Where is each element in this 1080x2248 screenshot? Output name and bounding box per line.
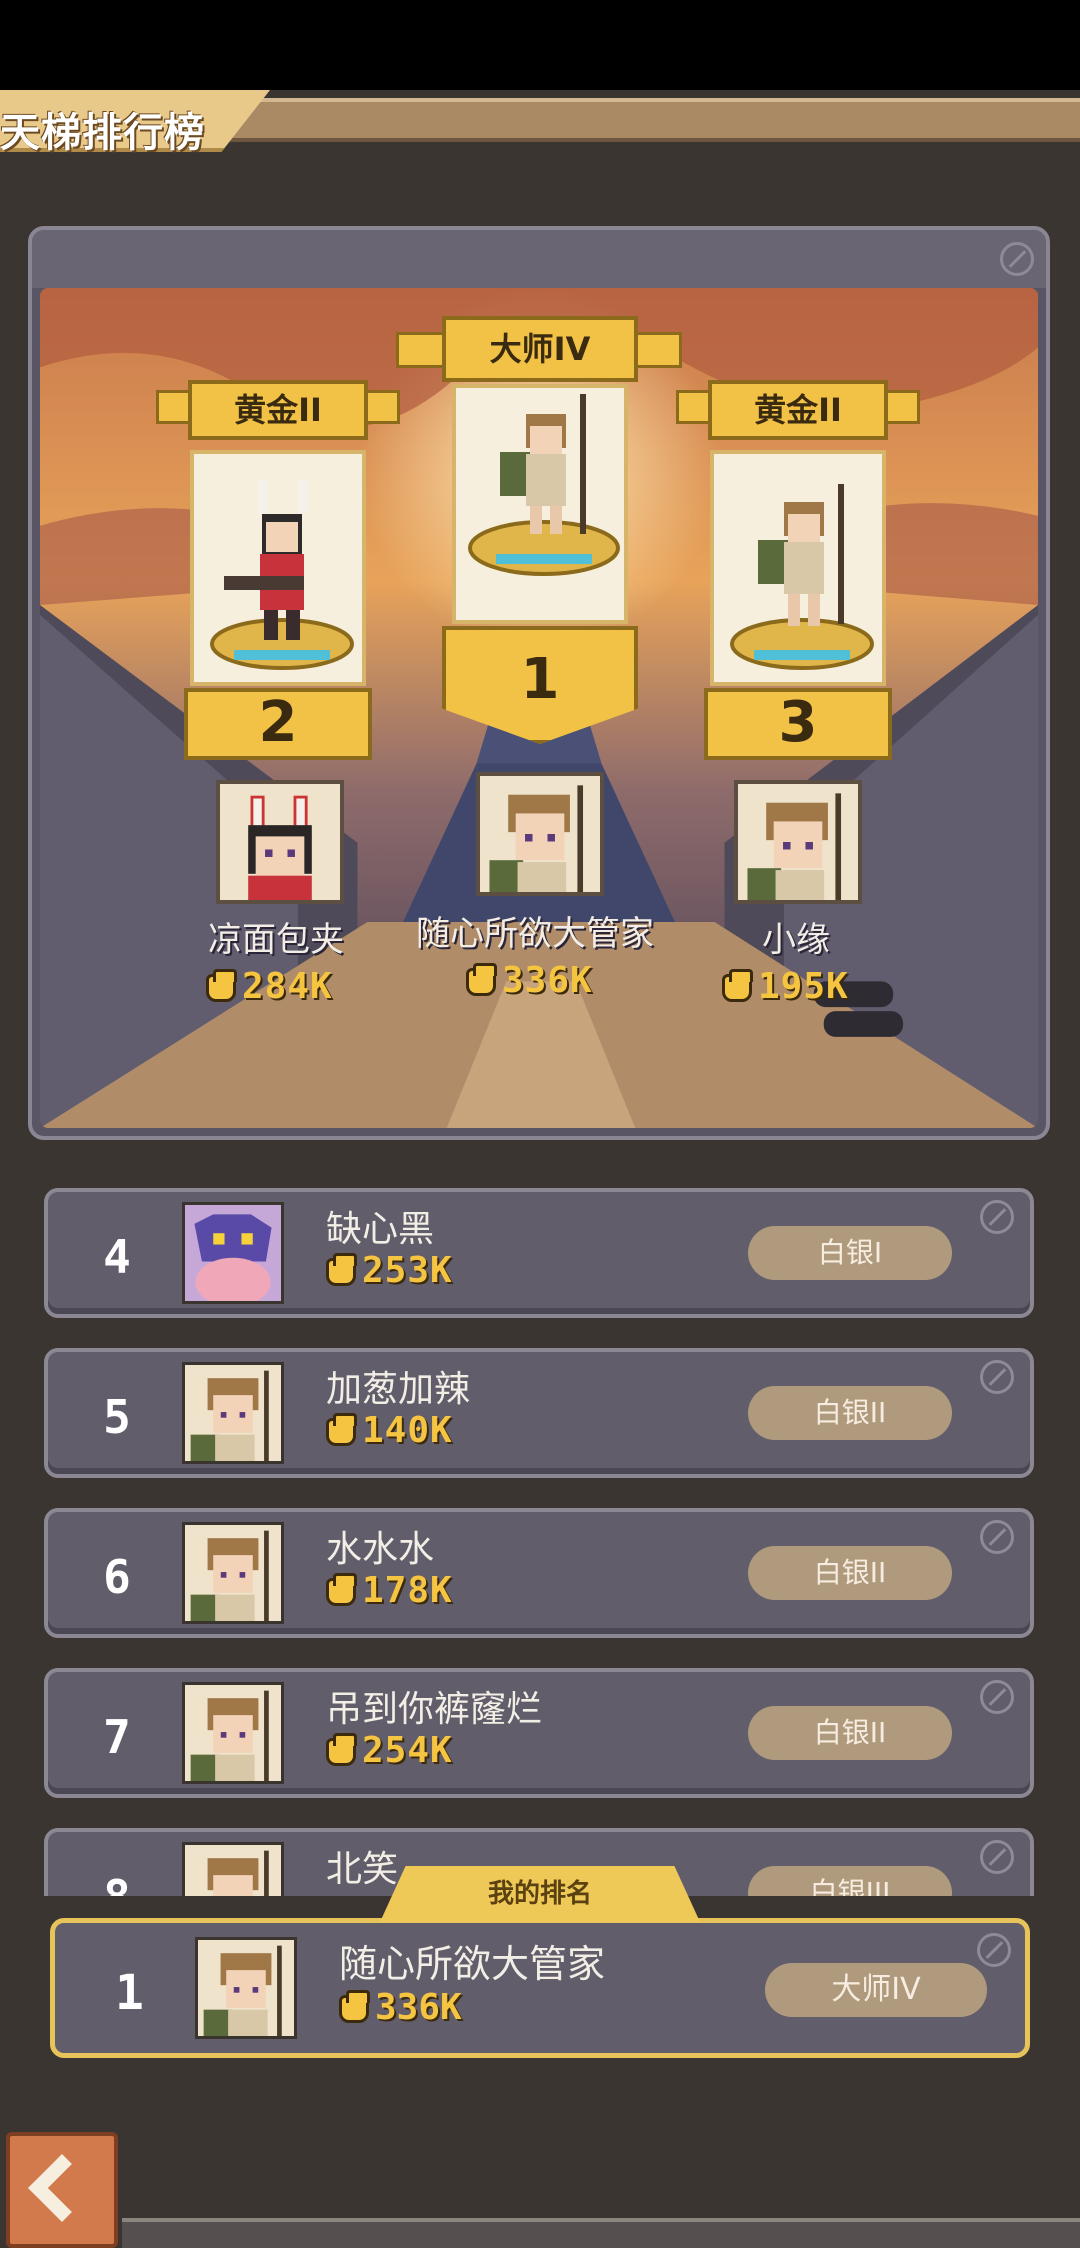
rank-number: 1 bbox=[115, 1965, 144, 2021]
player-name: 随心所欲大管家 bbox=[416, 914, 654, 954]
player-name: 凉面包夹 bbox=[208, 920, 344, 960]
my-rank-panel[interactable]: 1 随心所欲大管家 336K 大师IV 我的排名 bbox=[50, 1866, 1030, 2066]
player-score: 178K bbox=[326, 1570, 453, 1611]
title-bar: 天梯排行榜 bbox=[0, 90, 1080, 156]
player-avatar bbox=[182, 1202, 284, 1304]
tier-badge: 白银II bbox=[748, 1386, 952, 1440]
player-avatar bbox=[734, 780, 862, 904]
rank-number: 2 bbox=[184, 688, 372, 760]
player-score: 254K bbox=[326, 1730, 453, 1771]
my-rank-tab: 我的排名 bbox=[380, 1866, 700, 1922]
tier-badge: 大师IV bbox=[765, 1963, 987, 2017]
player-name: 水水水 bbox=[326, 1529, 435, 1570]
back-button[interactable] bbox=[6, 2132, 118, 2248]
character-card bbox=[190, 450, 366, 686]
power-fist-icon bbox=[339, 1990, 370, 2023]
podium-panel-header bbox=[32, 230, 1046, 288]
player-score: 336K bbox=[339, 1987, 462, 2028]
tier-badge: 白银II bbox=[748, 1546, 952, 1600]
player-score: 253K bbox=[326, 1250, 453, 1291]
power-fist-icon bbox=[722, 969, 753, 1002]
ranking-list[interactable]: 4 缺心黑 253K 白银I 5 加葱加辣 140K 白银II 6 水水水 17… bbox=[0, 1180, 1080, 1896]
player-avatar bbox=[216, 780, 344, 904]
character-card bbox=[452, 384, 628, 624]
rank-number: 3 bbox=[704, 688, 892, 760]
player-score: 336K bbox=[466, 960, 593, 1001]
rank-number: 6 bbox=[103, 1550, 131, 1604]
player-name: 吊到你裤窿烂 bbox=[326, 1689, 543, 1730]
list-item[interactable]: 6 水水水 178K 白银II bbox=[44, 1508, 1034, 1638]
tier-badge: 白银II bbox=[748, 1706, 952, 1760]
power-fist-icon bbox=[326, 1253, 357, 1286]
player-score: 140K bbox=[326, 1410, 453, 1451]
info-icon[interactable] bbox=[980, 1680, 1014, 1714]
info-icon[interactable] bbox=[980, 1360, 1014, 1394]
list-item[interactable]: 4 缺心黑 253K 白银I bbox=[44, 1188, 1034, 1318]
title-stripe bbox=[230, 98, 1080, 142]
chevron-left-icon bbox=[28, 2154, 96, 2222]
power-fist-icon bbox=[326, 1413, 357, 1446]
player-avatar bbox=[476, 772, 604, 896]
power-fist-icon bbox=[326, 1573, 357, 1606]
tier-badge: 白银I bbox=[748, 1226, 952, 1280]
rank-number: 7 bbox=[103, 1710, 131, 1764]
player-name: 缺心黑 bbox=[326, 1209, 435, 1250]
list-item[interactable]: 5 加葱加辣 140K 白银II bbox=[44, 1348, 1034, 1478]
tier-badge: 黄金II bbox=[708, 380, 888, 440]
power-fist-icon bbox=[466, 963, 497, 996]
status-bar bbox=[0, 0, 1080, 90]
rank-number: 5 bbox=[103, 1390, 131, 1444]
power-fist-icon bbox=[206, 969, 237, 1002]
player-name: 小缘 bbox=[762, 920, 830, 960]
player-score: 195K bbox=[722, 966, 849, 1007]
info-icon[interactable] bbox=[1000, 242, 1034, 276]
page-title: 天梯排行榜 bbox=[0, 110, 205, 156]
info-icon[interactable] bbox=[977, 1933, 1011, 1967]
list-item[interactable]: 7 吊到你裤窿烂 254K 白银II bbox=[44, 1668, 1034, 1798]
player-avatar bbox=[182, 1362, 284, 1464]
bottom-bar bbox=[122, 2218, 1080, 2248]
player-avatar bbox=[182, 1522, 284, 1624]
info-icon[interactable] bbox=[980, 1200, 1014, 1234]
player-name: 加葱加辣 bbox=[326, 1369, 471, 1410]
player-avatar bbox=[182, 1682, 284, 1784]
player-name: 随心所欲大管家 bbox=[339, 1942, 606, 1986]
rank-number: 4 bbox=[103, 1230, 131, 1284]
my-rank-row[interactable]: 1 随心所欲大管家 336K 大师IV bbox=[50, 1918, 1030, 2058]
info-icon[interactable] bbox=[980, 1520, 1014, 1554]
character-card bbox=[710, 450, 886, 686]
tier-badge: 大师IV bbox=[442, 316, 638, 382]
player-score: 284K bbox=[206, 966, 333, 1007]
power-fist-icon bbox=[326, 1733, 357, 1766]
player-avatar bbox=[195, 1937, 297, 2039]
tier-badge: 黄金II bbox=[188, 380, 368, 440]
